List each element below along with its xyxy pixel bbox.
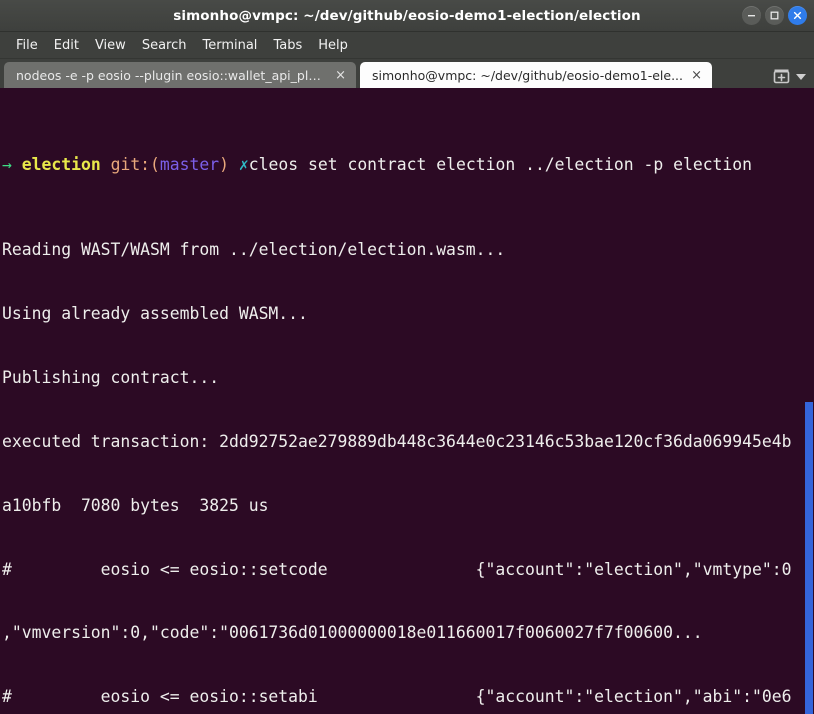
prompt-git-close: ) — [219, 154, 230, 174]
tab-close-icon[interactable]: × — [335, 68, 346, 83]
close-icon — [793, 11, 802, 20]
menu-item-help[interactable]: Help — [310, 36, 356, 55]
window-controls — [742, 0, 807, 31]
prompt-arrow-icon: → — [2, 154, 12, 174]
prompt-dir: election — [21, 154, 101, 174]
tab-label: nodeos -e -p eosio --plugin eosio::walle… — [16, 67, 328, 83]
terminal-command: cleos set contract election ../election … — [248, 154, 753, 174]
prompt-git-branch: master — [159, 154, 220, 174]
menu-bar: File Edit View Search Terminal Tabs Help — [0, 32, 814, 59]
menu-item-terminal[interactable]: Terminal — [194, 36, 265, 55]
window-title: simonho@vmpc: ~/dev/github/eosio-demo1-e… — [173, 7, 641, 24]
prompt-dirty-icon: ✗ — [238, 154, 249, 174]
terminal-line-output: # eosio <= eosio::setcode {"account":"el… — [2, 559, 792, 579]
terminal-line-output: executed transaction: 2dd92752ae279889db… — [2, 431, 792, 451]
title-bar: simonho@vmpc: ~/dev/github/eosio-demo1-e… — [0, 0, 814, 32]
terminal-body[interactable]: → election git:(master) ✗cleos set contr… — [0, 88, 814, 714]
minimize-button[interactable] — [742, 6, 761, 25]
menu-item-search[interactable]: Search — [134, 36, 195, 55]
new-tab-icon[interactable] — [773, 68, 790, 85]
terminal-line-output: a10bfb 7080 bytes 3825 us — [2, 495, 269, 515]
terminal-line-output: Reading WAST/WASM from ../election/elect… — [2, 240, 506, 260]
scrollbar[interactable] — [804, 88, 814, 714]
terminal-window: simonho@vmpc: ~/dev/github/eosio-demo1-e… — [0, 0, 814, 714]
chevron-down-icon[interactable] — [796, 73, 806, 80]
prompt-git-open: git:( — [110, 154, 160, 174]
close-button[interactable] — [788, 6, 807, 25]
terminal-line-output: # eosio <= eosio::setabi {"account":"ele… — [2, 687, 792, 707]
scrollbar-thumb[interactable] — [805, 402, 813, 714]
menu-item-view[interactable]: View — [87, 36, 134, 55]
minimize-icon — [748, 15, 755, 17]
tab-bar: nodeos -e -p eosio --plugin eosio::walle… — [0, 59, 814, 88]
maximize-button[interactable] — [765, 6, 784, 25]
tab-election-shell[interactable]: simonho@vmpc: ~/dev/github/eosio-demo1-e… — [360, 62, 712, 88]
tab-bar-actions — [767, 68, 814, 88]
menu-item-tabs[interactable]: Tabs — [265, 36, 310, 55]
terminal-output: → election git:(master) ✗cleos set contr… — [2, 90, 814, 714]
tab-nodeos[interactable]: nodeos -e -p eosio --plugin eosio::walle… — [4, 62, 356, 88]
terminal-line-output: ,"vmversion":0,"code":"0061736d010000000… — [2, 623, 703, 643]
maximize-icon — [770, 11, 779, 20]
menu-item-edit[interactable]: Edit — [46, 36, 87, 55]
terminal-line-output: Using already assembled WASM... — [2, 303, 308, 323]
terminal-line-command: → election git:(master) ✗cleos set contr… — [2, 154, 814, 175]
tab-close-icon[interactable]: × — [691, 68, 702, 83]
terminal-line-output: Publishing contract... — [2, 367, 220, 387]
tab-label: simonho@vmpc: ~/dev/github/eosio-demo1-e… — [372, 67, 683, 83]
menu-item-file[interactable]: File — [8, 36, 46, 55]
